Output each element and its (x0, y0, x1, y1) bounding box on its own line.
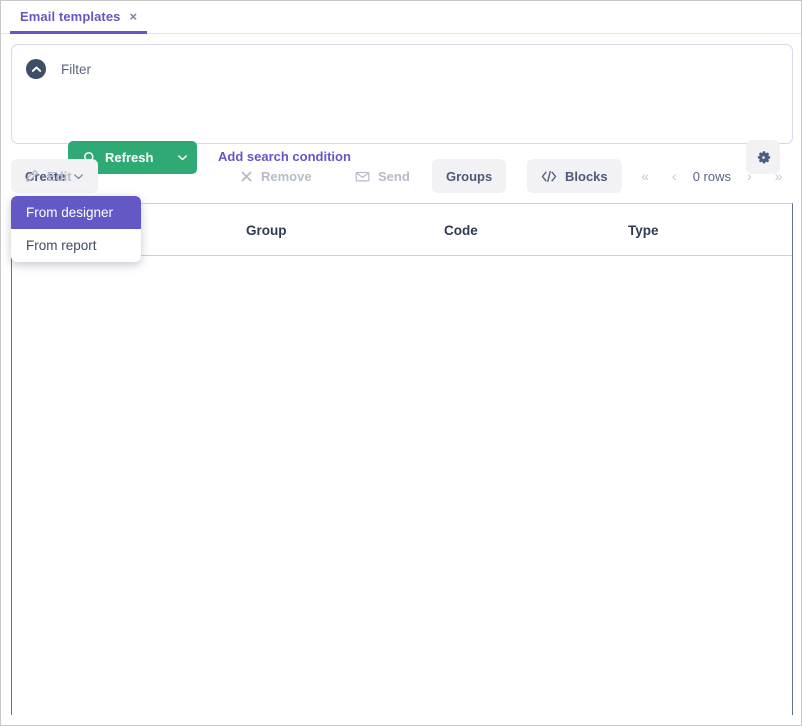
edit-button: Edit (11, 159, 86, 193)
groups-button-label: Groups (446, 168, 493, 184)
blocks-button-label: Blocks (565, 168, 608, 184)
next-page-button[interactable]: › (735, 159, 764, 193)
close-icon[interactable]: × (130, 10, 138, 23)
cross-icon (240, 170, 253, 183)
table-body (12, 256, 792, 715)
filter-title: Filter (61, 61, 91, 77)
filter-panel: Filter Refresh Add search condition (11, 44, 793, 174)
filter-header: Filter (26, 59, 91, 79)
column-header-group[interactable]: Group (246, 204, 287, 256)
tab-bar: Email templates × (1, 1, 801, 34)
envelope-icon (355, 169, 370, 184)
groups-button[interactable]: Groups (432, 159, 507, 193)
remove-button: Remove (226, 159, 326, 193)
templates-table: Name Group Code Type (11, 203, 793, 715)
action-toolbar: Create Edit Remove Send Groups Blocks « … (11, 159, 793, 193)
app-window: Email templates × Filter Refresh Add sea… (0, 0, 802, 726)
prev-page-button[interactable]: ‹ (660, 159, 689, 193)
send-button: Send (341, 159, 424, 193)
chevron-up-circle-icon[interactable] (26, 59, 46, 79)
menu-item-from-report[interactable]: From report (11, 229, 141, 262)
column-header-code[interactable]: Code (444, 204, 478, 256)
blocks-button[interactable]: Blocks (527, 159, 622, 193)
tab-label: Email templates (20, 8, 121, 24)
pagination: « ‹ 0 rows › » (631, 159, 793, 193)
menu-item-from-designer[interactable]: From designer (11, 196, 141, 229)
create-dropdown-menu: From designer From report (11, 196, 141, 262)
row-count-label: 0 rows (692, 168, 731, 184)
pencil-icon (25, 169, 39, 183)
edit-button-label: Edit (47, 168, 72, 184)
remove-button-label: Remove (261, 168, 312, 184)
tab-email-templates[interactable]: Email templates × (10, 1, 148, 34)
first-page-button[interactable]: « (631, 159, 660, 193)
send-button-label: Send (378, 168, 410, 184)
column-header-type[interactable]: Type (628, 204, 659, 256)
code-icon (541, 170, 557, 183)
last-page-button[interactable]: » (764, 159, 793, 193)
